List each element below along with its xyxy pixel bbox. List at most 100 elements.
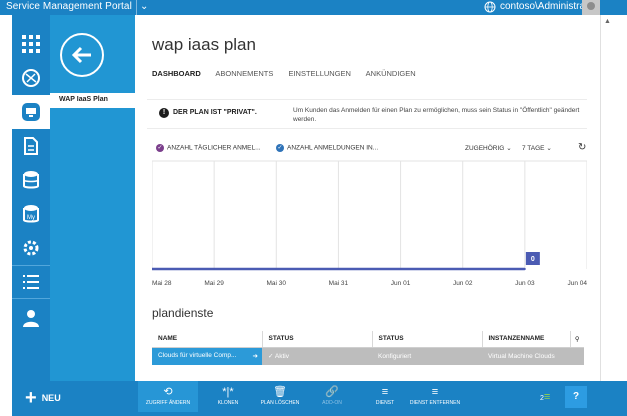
svg-text:My: My — [27, 215, 35, 221]
check-icon: ✓ — [276, 144, 284, 152]
status-cell: Konfiguriert — [372, 347, 482, 365]
data-point[interactable] — [213, 268, 216, 270]
status-configured: Konfiguriert — [378, 352, 412, 360]
range-label: 7 TAGE — [522, 145, 545, 152]
x-tick-label: Jun 04 — [567, 280, 587, 287]
empty-cell — [570, 347, 584, 365]
new-button[interactable]: + NEU — [25, 388, 61, 408]
mysql-icon[interactable]: My — [12, 197, 50, 231]
virtual-machines-icon[interactable] — [12, 95, 50, 129]
related-dropdown[interactable]: ZUGEHÖRIG ⌄ — [465, 144, 512, 152]
data-point[interactable] — [461, 268, 464, 270]
x-tick-label: Jun 03 — [515, 280, 535, 287]
info-icon: ! — [159, 108, 169, 118]
globe-icon[interactable] — [484, 1, 496, 13]
search-icon[interactable]: ⚲ — [570, 331, 584, 348]
remove-list-icon: ≡ — [431, 386, 439, 398]
right-gutter — [600, 15, 627, 381]
service-name-cell[interactable]: Clouds für virtuelle Comp... ➜ — [152, 347, 262, 365]
column-header-status[interactable]: STATUS — [372, 331, 483, 348]
command-label: ZUGRIFF ÄNDERN — [145, 400, 191, 406]
usage-chart: Mai 28 Mai 29 Mai 30 Mai 31 Jun 01 Jun 02 Jun … — [152, 160, 587, 287]
chevron-down-icon: ⌄ — [506, 145, 512, 152]
tab-bar: DASHBOARD ABONNEMENTS EINSTELLUNGEN ANKÜ… — [152, 69, 429, 78]
access-icon: ⟲ — [163, 386, 173, 398]
x-tick-label: Jun 01 — [391, 280, 411, 287]
new-label: NEU — [41, 393, 61, 403]
list-icon[interactable] — [12, 265, 50, 299]
automation-icon[interactable] — [12, 231, 50, 265]
x-tick-label: Jun 02 — [453, 280, 473, 287]
sidebar-item-plan[interactable]: WAP IaaS Plan — [50, 93, 135, 108]
tab-dashboard[interactable]: DASHBOARD — [152, 69, 201, 78]
services-section-title: plandienste — [152, 306, 214, 320]
notifications-icon: ≡ — [543, 391, 551, 403]
back-button[interactable] — [60, 33, 104, 77]
tab-advertise[interactable]: ANKÜNDIGEN — [366, 69, 416, 78]
arrow-right-icon[interactable]: ➜ — [253, 352, 258, 360]
chevron-down-icon[interactable]: ⌄ — [140, 1, 148, 12]
time-range-dropdown[interactable]: 7 TAGE ⌄ — [522, 144, 552, 152]
private-plan-notice: ! DER PLAN IST "PRIVAT". Um Kunden das A… — [147, 99, 587, 129]
data-point[interactable] — [399, 268, 402, 270]
check-icon: ✓ — [268, 353, 274, 361]
change-access-button[interactable]: ⟲ ZUGRIFF ÄNDERN — [138, 381, 198, 412]
all-items-grid-icon[interactable] — [12, 27, 50, 61]
data-point[interactable] — [337, 268, 340, 270]
table-header-row: NAME STATUS STATUS INSTANZENNAME ⚲ — [152, 331, 584, 348]
tab-settings[interactable]: EINSTELLUNGEN — [288, 69, 351, 78]
page-title: wap iaas plan — [152, 35, 256, 54]
services-table: NAME STATUS STATUS INSTANZENNAME ⚲ Cloud… — [152, 331, 584, 365]
title-separator — [136, 0, 137, 15]
left-nav: My — [12, 15, 50, 381]
link-icon: 🔗 — [325, 386, 339, 398]
portal-title[interactable]: Service Management Portal — [6, 1, 132, 12]
notice-text: Um Kunden das Anmelden für einen Plan zu… — [293, 107, 580, 123]
x-tick-label: Mai 28 — [152, 280, 172, 287]
data-point[interactable] — [275, 268, 278, 270]
remove-service-button[interactable]: ≡ DIENST ENTFERNEN — [405, 385, 465, 406]
x-tick-label: Mai 29 — [204, 280, 224, 287]
status-active: Aktiv — [274, 353, 289, 361]
help-button[interactable]: ? — [565, 386, 587, 408]
column-header-status[interactable]: STATUS — [262, 331, 373, 348]
chart-header: ✓ ANZAHL TÄGLICHER ANMEL... ✓ ANZAHL ANMEL… — [152, 142, 587, 156]
x-tick-label: Mai 30 — [267, 280, 287, 287]
table-row[interactable]: Clouds für virtuelle Comp... ➜ ✓ Aktiv K… — [152, 347, 584, 365]
context-panel: WAP IaaS Plan — [50, 15, 135, 381]
user-accounts-icon[interactable] — [12, 301, 50, 335]
plans-icon[interactable] — [12, 129, 50, 163]
metric-selector-daily[interactable]: ✓ ANZAHL TÄGLICHER ANMEL... — [156, 144, 261, 152]
delete-plan-button[interactable]: 🗑 PLAN LÖSCHEN — [250, 385, 310, 406]
top-bar: Service Management Portal ⌄ contoso\Admi… — [0, 0, 627, 15]
data-point[interactable] — [523, 268, 526, 270]
metric-selector-subscriptions[interactable]: ✓ ANZAHL ANMELDUNGEN IN... — [276, 144, 378, 152]
command-label: ADD-ON — [322, 400, 342, 406]
command-label: DIENST — [375, 400, 395, 406]
status-cell: ✓ Aktiv — [262, 347, 372, 365]
sql-server-icon[interactable] — [12, 163, 50, 197]
metric-label: ANZAHL TÄGLICHER ANMEL... — [167, 144, 261, 152]
instance-name: Virtual Machine Clouds — [488, 352, 555, 360]
data-label: 0 — [531, 256, 535, 263]
main-content: wap iaas plan DASHBOARD ABONNEMENTS EINS… — [135, 15, 600, 381]
x-tick-label: Mai 31 — [329, 280, 349, 287]
refresh-icon[interactable]: ↻ — [578, 142, 586, 153]
service-name: Clouds für virtuelle Comp... — [158, 352, 237, 360]
command-label: DIENST ENTFERNEN — [409, 400, 461, 406]
web-sites-icon[interactable] — [12, 61, 50, 95]
related-label: ZUGEHÖRIG — [465, 145, 505, 152]
instance-cell: Virtual Machine Clouds — [482, 347, 570, 365]
command-label: PLAN LÖSCHEN — [260, 400, 300, 406]
notifications-button[interactable]: 2≡ — [540, 391, 550, 403]
column-header-name[interactable]: NAME — [152, 331, 263, 348]
avatar[interactable] — [582, 0, 600, 15]
check-icon: ✓ — [156, 144, 164, 152]
clone-icon: *|* — [222, 386, 234, 398]
scroll-up-icon[interactable]: ▲ — [604, 18, 611, 25]
column-header-instance[interactable]: INSTANZENNAME — [482, 331, 571, 348]
add-on-button[interactable]: 🔗 ADD-ON — [302, 385, 362, 406]
chevron-down-icon: ⌄ — [546, 145, 552, 152]
clone-button[interactable]: *|* KLONEN — [198, 385, 258, 406]
tab-subscriptions[interactable]: ABONNEMENTS — [215, 69, 273, 78]
